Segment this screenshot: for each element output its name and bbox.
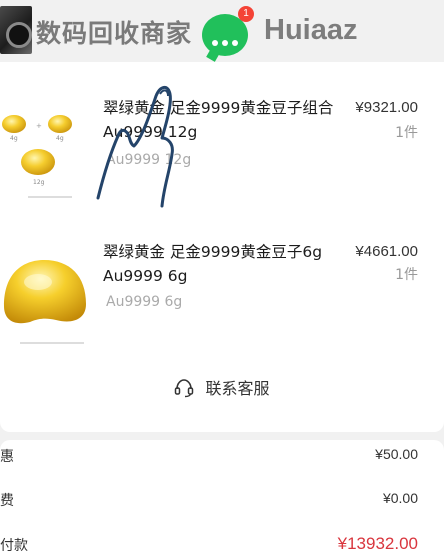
product-thumbnail bbox=[0, 232, 100, 356]
order-item[interactable]: + 4g 4g 12g 翠绿黄金 足金9999黄金豆子组合 Au9999 12g… bbox=[0, 84, 444, 206]
notification-badge: 1 bbox=[238, 6, 254, 22]
pointing-hand-icon bbox=[96, 86, 174, 208]
svg-text:+: + bbox=[36, 122, 42, 130]
thumb-label: 4g bbox=[56, 135, 64, 142]
order-item[interactable]: 翠绿黄金 足金9999黄金豆子6g Au9999 6g Au9999 6g ¥4… bbox=[0, 232, 444, 356]
contact-service-label: 联系客服 bbox=[205, 379, 270, 398]
product-quantity: 1件 bbox=[395, 267, 418, 283]
headset-icon bbox=[174, 378, 194, 402]
product-name: 翠绿黄金 足金9999黄金豆子6g Au9999 6g bbox=[103, 243, 323, 285]
discount-value: ¥50.00 bbox=[375, 446, 418, 462]
watermark-name: Huiaaz bbox=[264, 14, 358, 46]
discount-label: 惠 bbox=[0, 449, 14, 465]
total-label: 付款 bbox=[0, 538, 28, 552]
shipping-value: ¥0.00 bbox=[382, 490, 418, 506]
total-value: ¥13932.00 bbox=[337, 534, 418, 552]
product-spec: Au9999 6g bbox=[106, 294, 183, 310]
product-quantity: 1件 bbox=[395, 125, 418, 141]
camera-avatar bbox=[0, 6, 32, 54]
thumb-label: 4g bbox=[10, 135, 18, 142]
watermark-title: 数码回收商家 bbox=[36, 19, 193, 48]
product-price: ¥9321.00 bbox=[355, 99, 418, 116]
contact-service-button[interactable]: 联系客服 bbox=[0, 375, 444, 402]
thumb-label: 12g bbox=[33, 179, 45, 186]
product-price: ¥4661.00 bbox=[355, 243, 418, 260]
product-thumbnail: + 4g 4g 12g bbox=[0, 84, 84, 206]
price-summary-card: 惠 ¥50.00 费 ¥0.00 付款 ¥13932.00 bbox=[0, 440, 444, 552]
shipping-label: 费 bbox=[0, 493, 14, 509]
watermark-overlay: 数码回收商家 1 Huiaaz bbox=[0, 0, 444, 62]
